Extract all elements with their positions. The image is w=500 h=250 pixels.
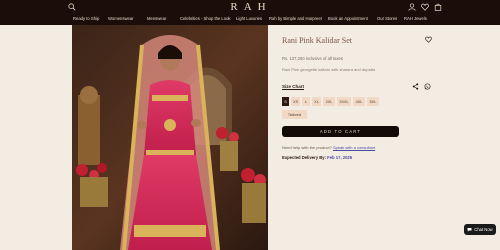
size-option-3xxl[interactable]: 3XXL — [337, 97, 351, 106]
nav-our-stores[interactable]: Our Stores — [377, 16, 397, 21]
main-navigation: Ready to Ship Womenswear Menswear Celebr… — [0, 16, 500, 24]
nav-celebrities[interactable]: Celebrities - Shop the Look — [180, 16, 231, 21]
size-option-xl[interactable]: XL — [312, 97, 321, 106]
size-option-5xl[interactable]: 5XL — [367, 97, 379, 106]
product-image[interactable] — [72, 25, 268, 250]
nav-rah-by-bimple[interactable]: Rah by Bimple and Harpreet — [269, 16, 322, 21]
nav-rah-jewels[interactable]: RAH Jewels — [404, 16, 427, 21]
user-icon[interactable] — [408, 3, 416, 11]
product-price: Rs. 137,200 inclusive of all taxes — [282, 56, 343, 61]
size-chart-link[interactable]: Size Chart — [282, 84, 304, 89]
heart-icon[interactable] — [425, 36, 432, 43]
size-option-xs[interactable]: XS — [291, 97, 300, 106]
help-question: Need help with the product? — [282, 145, 332, 150]
nav-light-luxuries[interactable]: Light Luxuries — [236, 16, 262, 21]
consultant-link[interactable]: Speak with a consultant — [333, 145, 375, 150]
delivery-date: Feb 17, 2025 — [327, 155, 353, 160]
size-option-s[interactable]: S — [282, 97, 289, 106]
product-title: Rani Pink Kalidar Set — [282, 36, 352, 45]
whatsapp-icon[interactable] — [424, 83, 431, 90]
wishlist-icon[interactable] — [421, 3, 429, 11]
delivery-info: Expected Delivery By: Feb 17, 2025 — [282, 155, 352, 160]
size-option-tailored[interactable]: Tailored — [282, 110, 307, 119]
nav-ready-to-ship[interactable]: Ready to Ship — [73, 16, 99, 21]
nav-book-appointment[interactable]: Book an Appointment — [328, 16, 368, 21]
product-description: Rani Pink georgette kalidar with sharara… — [282, 67, 376, 72]
bag-icon[interactable] — [434, 3, 442, 11]
site-header: RAH Ready to Ship Womenswear Menswear Ce… — [0, 0, 500, 25]
size-option-4xl[interactable]: 4XL — [353, 97, 365, 106]
size-option-l[interactable]: L — [302, 97, 310, 106]
chat-icon — [467, 228, 472, 232]
delivery-label: Expected Delivery By: — [282, 155, 326, 160]
size-option-2xl[interactable]: 2XL — [323, 97, 335, 106]
add-to-cart-button[interactable]: ADD TO CART — [282, 126, 399, 137]
chat-label: Chat Now — [474, 227, 493, 232]
nav-womenswear[interactable]: Womenswear — [108, 16, 134, 21]
chat-now-button[interactable]: Chat Now — [464, 224, 496, 235]
help-text: Need help with the product? Speak with a… — [282, 145, 375, 150]
product-photo-illustration — [72, 25, 268, 250]
brand-logo[interactable]: RAH — [226, 1, 276, 13]
search-icon[interactable] — [68, 3, 76, 11]
nav-menswear[interactable]: Menswear — [147, 16, 166, 21]
share-icon[interactable] — [412, 83, 419, 90]
